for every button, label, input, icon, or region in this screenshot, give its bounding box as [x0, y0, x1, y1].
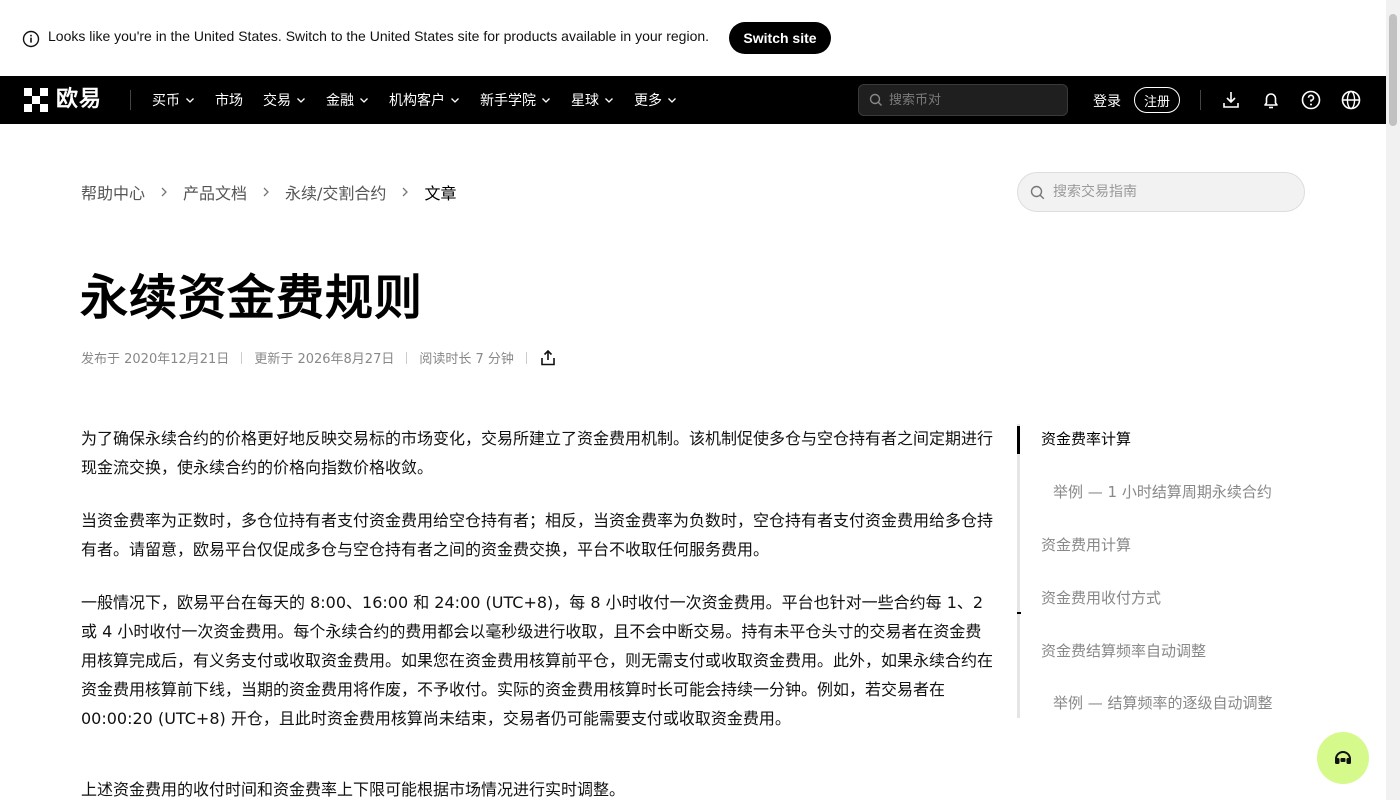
region-banner: Looks like you're in the United States. …	[0, 0, 1386, 76]
nav-divider	[130, 90, 131, 110]
download-icon[interactable]	[1220, 89, 1242, 111]
nav-item[interactable]: 机构客户	[389, 90, 460, 110]
published-date: 发布于 2020年12月21日	[81, 352, 230, 367]
chevron-down-icon	[360, 98, 368, 103]
nav-item[interactable]: 更多	[634, 90, 677, 110]
nav-item[interactable]: 星球	[571, 90, 614, 110]
logo-mark-icon	[24, 88, 48, 112]
guide-search-input[interactable]	[1053, 184, 1283, 200]
nav-search[interactable]	[858, 84, 1068, 116]
nav-item-label: 星球	[571, 93, 599, 109]
toc-item-example-stepwise[interactable]: 举例 — 结算频率的逐级自动调整	[1053, 692, 1273, 713]
customer-support-button[interactable]	[1317, 732, 1369, 784]
meta-divider	[241, 351, 243, 364]
chevron-right-icon	[263, 187, 269, 197]
breadcrumb-product-docs[interactable]: 产品文档	[183, 180, 247, 204]
nav-item-label: 交易	[263, 93, 291, 109]
share-icon[interactable]	[539, 349, 557, 367]
register-button[interactable]: 注册	[1134, 87, 1180, 113]
toc-track	[1017, 424, 1020, 718]
article-paragraph: 为了确保永续合约的价格更好地反映交易标的市场变化，交易所建立了资金费用机制。该机…	[81, 429, 994, 477]
page-title: 永续资金费规则	[80, 270, 424, 326]
nav-item[interactable]: 市场	[215, 90, 243, 110]
toc-item-funding-fee-calc[interactable]: 资金费用计算	[1041, 534, 1131, 555]
chevron-down-icon	[186, 98, 194, 103]
table-of-contents: 资金费率计算 举例 — 1 小时结算周期永续合约 资金费用计算 资金费用收付方式…	[1017, 424, 1305, 718]
switch-site-button[interactable]: Switch site	[729, 22, 831, 54]
page-scrollbar[interactable]	[1386, 0, 1400, 800]
nav-item-label: 机构客户	[389, 93, 445, 109]
article-paragraph: 一般情况下，欧易平台在每天的 8:00、16:00 和 24:00 (UTC+8…	[81, 593, 994, 728]
nav-item-label: 金融	[326, 93, 354, 109]
nav-item[interactable]: 交易	[263, 90, 306, 110]
nav-item-label: 买币	[152, 93, 180, 109]
toc-item-auto-adjust[interactable]: 资金费结算频率自动调整	[1041, 640, 1206, 661]
nav-item[interactable]: 买币	[152, 90, 195, 110]
nav-divider	[1200, 90, 1201, 110]
nav-item[interactable]: 新手学院	[480, 90, 551, 110]
toc-item-example-1h[interactable]: 举例 — 1 小时结算周期永续合约	[1053, 481, 1272, 502]
chevron-down-icon	[542, 98, 550, 103]
toc-tick	[1017, 612, 1021, 614]
chevron-right-icon	[161, 187, 167, 197]
breadcrumb-help-center[interactable]: 帮助中心	[81, 180, 145, 204]
breadcrumb-contracts[interactable]: 永续/交割合约	[285, 180, 386, 204]
article-body: 为了确保永续合约的价格更好地反映交易标的市场变化，交易所建立了资金费用机制。该机…	[81, 424, 995, 800]
guide-search[interactable]	[1017, 172, 1305, 212]
info-icon	[22, 30, 40, 48]
chevron-down-icon	[668, 98, 676, 103]
search-icon	[1030, 185, 1045, 199]
logo[interactable]: 欧易	[24, 88, 102, 112]
headset-icon	[1335, 751, 1351, 764]
chevron-right-icon	[402, 187, 409, 197]
nav-item-label: 更多	[634, 93, 662, 109]
search-icon	[869, 93, 882, 106]
globe-icon[interactable]	[1340, 89, 1362, 111]
nav-item-label: 新手学院	[480, 93, 536, 109]
breadcrumb: 帮助中心 产品文档 永续/交割合约 文章	[81, 180, 456, 204]
help-icon[interactable]	[1300, 89, 1322, 111]
logo-text: 欧易	[56, 87, 103, 112]
banner-message: Looks like you're in the United States. …	[48, 28, 710, 44]
toc-item-payment-method[interactable]: 资金费用收付方式	[1041, 587, 1161, 608]
breadcrumb-article: 文章	[424, 184, 457, 203]
bell-icon[interactable]	[1260, 89, 1282, 111]
toc-item-funding-rate-calc[interactable]: 资金费率计算	[1041, 428, 1131, 449]
updated-date: 更新于 2026年8月27日	[254, 352, 395, 367]
login-link[interactable]: 登录	[1093, 91, 1121, 111]
nav-item-label: 市场	[215, 93, 243, 109]
chevron-down-icon	[297, 98, 305, 103]
scrollbar-thumb[interactable]	[1389, 14, 1397, 126]
article-paragraph: 当资金费率为正数时，多仓位持有者支付资金费用给空仓持有者；相反，当资金费率为负数…	[81, 511, 994, 559]
chevron-down-icon	[451, 98, 459, 103]
nav-item[interactable]: 金融	[326, 90, 369, 110]
meta-divider	[525, 351, 527, 364]
coin-search-input[interactable]	[889, 92, 1059, 108]
nav-menu: 买币 市场 交易 金融 机构客户 新手学院 星球 更多	[152, 76, 697, 124]
read-time: 阅读时长 7 分钟	[419, 352, 514, 367]
article-meta: 发布于 2020年12月21日 更新于 2026年8月27日 阅读时长 7 分钟	[81, 348, 557, 367]
chevron-down-icon	[605, 98, 613, 103]
top-navbar: 欧易 买币 市场 交易 金融 机构客户 新手学院 星球 更多 登录 注册	[0, 76, 1386, 124]
meta-divider	[406, 351, 408, 364]
toc-active-indicator	[1017, 426, 1020, 454]
article-paragraph: 上述资金费用的收付时间和资金费率上下限可能根据市场情况进行实时调整。	[81, 780, 626, 799]
